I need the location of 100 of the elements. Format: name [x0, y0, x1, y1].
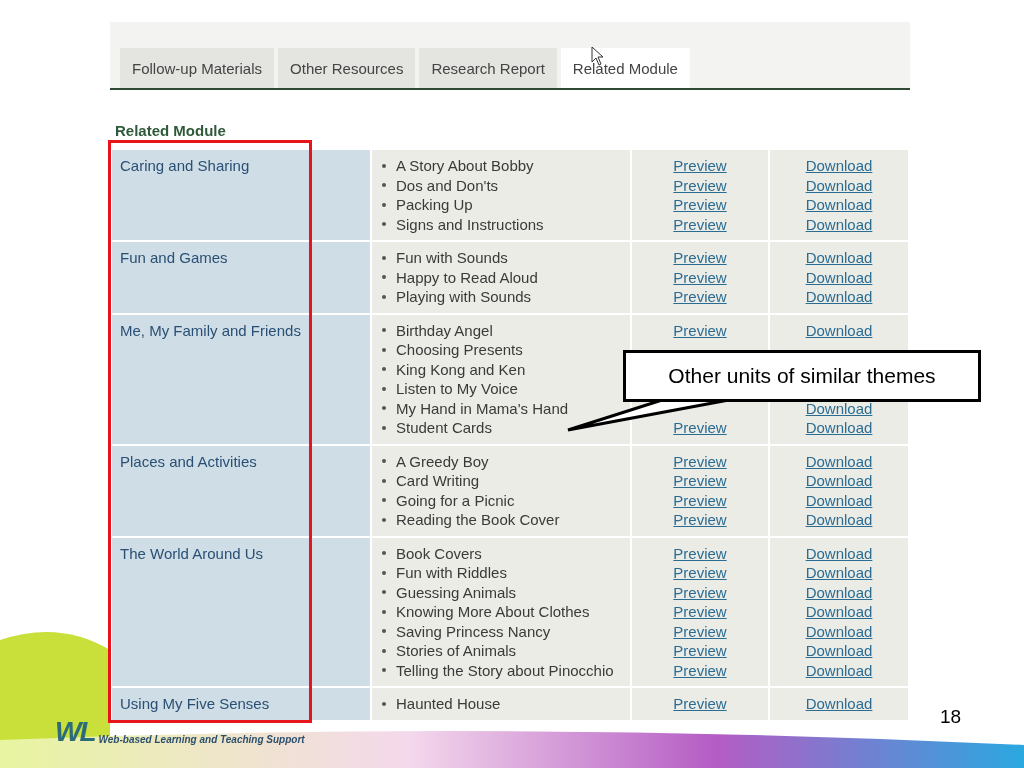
preview-link[interactable]: Preview: [673, 583, 727, 601]
download-link[interactable]: Download: [805, 622, 873, 640]
bullet-icon: [382, 294, 386, 299]
download-link[interactable]: Download: [805, 472, 873, 489]
download-link[interactable]: Download: [805, 452, 873, 470]
unit-title: Listen to My Voice: [396, 380, 518, 397]
download-link[interactable]: Download: [805, 661, 873, 679]
unit-title: King Kong and Ken: [396, 360, 526, 378]
preview-link[interactable]: Preview: [673, 176, 727, 194]
unit-title: My Hand in Mama's Hand: [396, 399, 569, 417]
download-link[interactable]: Download: [805, 564, 873, 581]
bullet-icon: [382, 701, 386, 706]
bullet-icon: [382, 498, 386, 503]
download-link[interactable]: Download: [805, 603, 873, 620]
unit-title: Stories of Animals: [396, 642, 517, 659]
theme-cell: Caring and Sharing: [112, 150, 370, 240]
preview-link[interactable]: Preview: [673, 622, 727, 640]
preview-link[interactable]: Preview: [673, 249, 727, 266]
tab[interactable]: Follow-up Materials: [120, 48, 275, 88]
unit-title: Fun with Riddles: [396, 564, 507, 581]
unit-title: Saving Princess Nancy: [396, 622, 551, 640]
bullet-icon: [382, 183, 386, 188]
unit-title: Haunted House: [396, 695, 501, 712]
preview-link[interactable]: Preview: [673, 288, 727, 305]
unit-title: A Story About Bobby: [396, 157, 534, 174]
unit-title: Student Cards: [396, 419, 492, 436]
download-link[interactable]: Download: [805, 491, 873, 509]
unit-title: Fun with Sounds: [396, 249, 508, 266]
theme-cell: Fun and Games: [112, 242, 370, 313]
bullet-icon: [382, 668, 386, 673]
bullet-icon: [382, 367, 386, 372]
preview-link[interactable]: Preview: [673, 544, 727, 562]
preview-link[interactable]: Preview: [673, 661, 727, 679]
bullet-icon: [382, 347, 386, 352]
unit-title: Dos and Don'ts: [396, 176, 499, 194]
download-link[interactable]: Download: [805, 288, 873, 305]
unit-title: Card Writing: [396, 472, 480, 489]
bullet-icon: [382, 478, 386, 483]
tagline: Web-based Learning and Teaching Support: [98, 734, 305, 747]
download-link[interactable]: Download: [805, 642, 873, 659]
download-link[interactable]: Download: [805, 321, 873, 339]
bullet-icon: [382, 459, 386, 464]
preview-link[interactable]: Preview: [673, 564, 727, 581]
bullet-icon: [382, 386, 386, 391]
bullet-icon: [382, 551, 386, 556]
download-link[interactable]: Download: [805, 215, 873, 233]
bullet-icon: [382, 425, 386, 430]
download-link[interactable]: Download: [805, 544, 873, 562]
download-link[interactable]: Download: [805, 249, 873, 266]
unit-title: Guessing Animals: [396, 583, 517, 601]
unit-title: Signs and Instructions: [396, 215, 544, 233]
download-link[interactable]: Download: [805, 176, 873, 194]
unit-title: Knowing More About Clothes: [396, 603, 590, 620]
preview-link[interactable]: Preview: [673, 268, 727, 286]
bullet-icon: [382, 202, 386, 207]
download-link[interactable]: Download: [805, 419, 873, 436]
bullet-icon: [382, 609, 386, 614]
theme-cell: Me, My Family and Friends: [112, 314, 370, 444]
download-link[interactable]: Download: [805, 157, 873, 174]
download-link[interactable]: Download: [805, 268, 873, 286]
unit-title: Telling the Story about Pinocchio: [396, 661, 614, 679]
preview-link[interactable]: Preview: [673, 321, 727, 339]
preview-link[interactable]: Preview: [673, 419, 727, 436]
preview-link[interactable]: Preview: [673, 472, 727, 489]
bullet-icon: [382, 328, 386, 333]
bullet-icon: [382, 163, 386, 168]
bullet-icon: [382, 517, 386, 522]
theme-cell: Places and Activities: [112, 445, 370, 536]
unit-title: Birthday Angel: [396, 321, 493, 339]
download-link[interactable]: Download: [805, 399, 873, 417]
bullet-icon: [382, 648, 386, 653]
preview-link[interactable]: Preview: [673, 491, 727, 509]
unit-title: Going for a Picnic: [396, 491, 515, 509]
download-link[interactable]: Download: [805, 583, 873, 601]
preview-link[interactable]: Preview: [673, 215, 727, 233]
unit-title: Happy to Read Aloud: [396, 268, 538, 286]
preview-link[interactable]: Preview: [673, 157, 727, 174]
tab[interactable]: Research Report: [419, 48, 557, 88]
theme-cell: The World Around Us: [112, 537, 370, 686]
download-link[interactable]: Download: [805, 511, 873, 528]
unit-title: Playing with Sounds: [396, 288, 532, 305]
unit-title: Packing Up: [396, 196, 473, 213]
theme-cell: Using My Five Senses: [112, 688, 370, 720]
preview-link[interactable]: Preview: [673, 642, 727, 659]
preview-link[interactable]: Preview: [673, 603, 727, 620]
bullet-icon: [382, 255, 386, 260]
bullet-icon: [382, 570, 386, 575]
tab[interactable]: Related Module: [560, 48, 690, 88]
bullet-icon: [382, 275, 386, 280]
bullet-icon: [382, 222, 386, 227]
bullet-icon: [382, 629, 386, 634]
preview-link[interactable]: Preview: [673, 196, 727, 213]
bullet-icon: [382, 406, 386, 411]
preview-link[interactable]: Preview: [673, 452, 727, 470]
download-link[interactable]: Download: [805, 196, 873, 213]
tab[interactable]: Other Resources: [278, 48, 416, 88]
unit-title: Book Covers: [396, 544, 482, 562]
preview-link[interactable]: Preview: [673, 511, 727, 528]
unit-title: Choosing Presents: [396, 341, 523, 358]
page-number: 18: [940, 706, 962, 728]
